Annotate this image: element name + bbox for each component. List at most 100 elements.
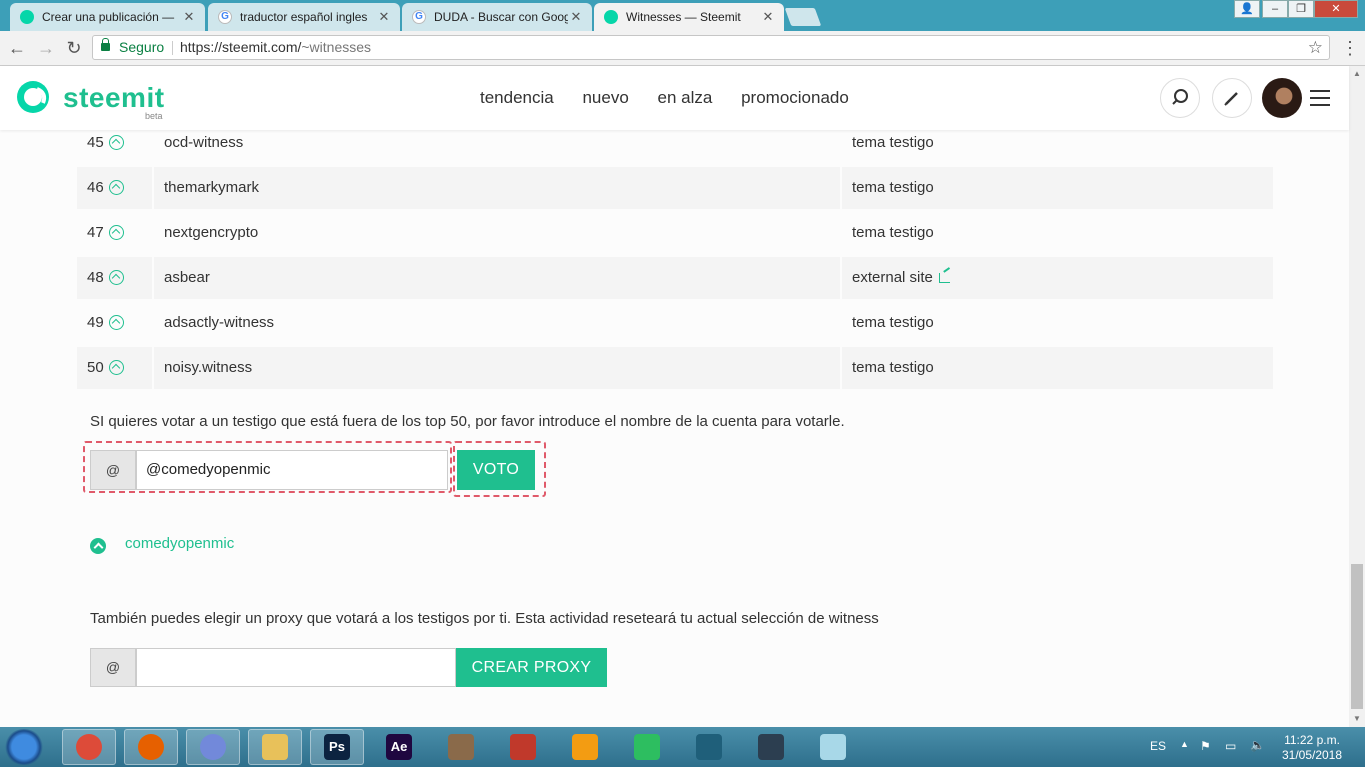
- gimp-icon: [448, 734, 474, 760]
- nav-promocionado[interactable]: promocionado: [741, 88, 849, 107]
- scrollbar-thumb[interactable]: [1351, 564, 1363, 709]
- discord-taskbar-button[interactable]: [186, 729, 240, 765]
- notepad-taskbar-button[interactable]: [806, 729, 860, 765]
- page-scrollbar[interactable]: ▲ ▼: [1349, 66, 1365, 727]
- browser-tab-3[interactable]: G DUDA - Buscar con Goog ✕: [402, 3, 592, 31]
- witness-info-link[interactable]: tema testigo: [852, 130, 934, 164]
- reload-icon[interactable]: ↻: [63, 37, 85, 59]
- close-window-icon[interactable]: ✕: [1314, 0, 1358, 18]
- windows-taskbar: Ps Ae ES ▲ ⚑ ▭ 🔈 11:22 p.m. 31/05/2018: [0, 727, 1365, 767]
- witness-info-link[interactable]: tema testigo: [852, 302, 934, 344]
- notepad-icon: [820, 734, 846, 760]
- rank-cell: 49: [77, 302, 152, 344]
- rank-cell: 50: [77, 347, 152, 389]
- clock-time: 11:22 p.m.: [1284, 733, 1340, 747]
- system-clock[interactable]: 11:22 p.m. 31/05/2018: [1280, 733, 1344, 763]
- google-favicon-icon: G: [218, 10, 232, 24]
- new-tab-button[interactable]: [784, 8, 822, 26]
- ccleaner-taskbar-button[interactable]: [496, 729, 550, 765]
- witness-name-link[interactable]: ocd-witness: [164, 130, 243, 164]
- logo-wordmark[interactable]: steemit: [63, 82, 165, 114]
- close-tab-icon[interactable]: ✕: [181, 9, 197, 25]
- nav-en-alza[interactable]: en alza: [658, 88, 713, 107]
- close-tab-icon[interactable]: ✕: [376, 9, 392, 25]
- create-proxy-button[interactable]: CREAR PROXY: [456, 648, 607, 687]
- back-icon[interactable]: ←: [6, 37, 28, 59]
- nav-nuevo[interactable]: nuevo: [582, 88, 628, 107]
- witness-name-link[interactable]: adsactly-witness: [164, 302, 274, 344]
- maximize-icon[interactable]: ❐: [1288, 0, 1314, 18]
- browser-toolbar: ← → ↻ Seguro https://steemit.com/~witnes…: [0, 31, 1365, 66]
- name-cell: asbear: [154, 257, 840, 299]
- voted-witness-link[interactable]: comedyopenmic: [125, 535, 234, 552]
- info-cell: tema testigo: [842, 347, 1273, 389]
- secure-label: Seguro: [119, 39, 165, 55]
- user-profile-icon[interactable]: 👤: [1234, 0, 1260, 18]
- user-avatar[interactable]: [1262, 78, 1302, 118]
- witness-info-text: tema testigo: [852, 314, 934, 331]
- forward-icon[interactable]: →: [35, 37, 57, 59]
- photoshop-taskbar-button[interactable]: Ps: [310, 729, 364, 765]
- start-button[interactable]: [4, 729, 44, 765]
- minimize-icon[interactable]: –: [1262, 0, 1288, 18]
- steemit-favicon-icon: [20, 10, 34, 24]
- witness-name-link[interactable]: noisy.witness: [164, 347, 252, 389]
- after-effects-taskbar-button[interactable]: Ae: [372, 729, 426, 765]
- url-path: ~witnesses: [301, 39, 372, 55]
- flag-icon[interactable]: ⚑: [1200, 739, 1211, 753]
- url-main: https://steemit.com/: [180, 39, 302, 55]
- evernote-taskbar-button[interactable]: [620, 729, 674, 765]
- logo-beta-label: beta: [145, 111, 163, 121]
- upvote-icon[interactable]: [109, 270, 124, 285]
- upvote-icon[interactable]: [109, 135, 124, 150]
- browser-menu-icon[interactable]: ⋮: [1340, 37, 1360, 59]
- app-taskbar-button[interactable]: [682, 729, 736, 765]
- witness-info-link[interactable]: external site: [852, 257, 950, 299]
- witness-rank: 50: [87, 359, 104, 376]
- witness-rank: 47: [87, 224, 104, 241]
- firefox-taskbar-button[interactable]: [124, 729, 178, 765]
- upvoted-icon[interactable]: [90, 538, 106, 554]
- google-favicon-icon: G: [412, 10, 426, 24]
- network-icon[interactable]: ▭: [1225, 739, 1236, 753]
- close-tab-icon[interactable]: ✕: [760, 9, 776, 25]
- witness-info-link[interactable]: tema testigo: [852, 347, 934, 389]
- witness-name-link[interactable]: themarkymark: [164, 167, 259, 209]
- bookmark-star-icon[interactable]: ☆: [1308, 36, 1323, 59]
- volume-icon[interactable]: 🔈: [1250, 738, 1265, 752]
- site-header: steemit beta tendencia nuevo en alza pro…: [0, 66, 1349, 130]
- proxy-input[interactable]: [136, 648, 456, 687]
- info-cell: tema testigo: [842, 167, 1273, 209]
- browser-tab-2[interactable]: G traductor español ingles ✕: [208, 3, 400, 31]
- after-effects-icon: Ae: [386, 734, 412, 760]
- upvote-icon[interactable]: [109, 315, 124, 330]
- witness-info-link[interactable]: tema testigo: [852, 212, 934, 254]
- close-tab-icon[interactable]: ✕: [568, 9, 584, 25]
- nav-tendencia[interactable]: tendencia: [480, 88, 554, 107]
- upvote-icon[interactable]: [109, 225, 124, 240]
- address-bar[interactable]: Seguro https://steemit.com/~witnesses ☆: [92, 35, 1330, 60]
- witness-name-link[interactable]: nextgencrypto: [164, 212, 258, 254]
- scroll-down-icon[interactable]: ▼: [1353, 714, 1361, 723]
- vote-instructions: SI quieres votar a un testigo que está f…: [90, 413, 845, 430]
- filmora-taskbar-button[interactable]: [744, 729, 798, 765]
- fl-studio-taskbar-button[interactable]: [558, 729, 612, 765]
- steemit-logo-icon[interactable]: [15, 79, 51, 115]
- browser-tab-active[interactable]: Witnesses — Steemit ✕: [594, 3, 784, 31]
- language-indicator[interactable]: ES: [1150, 739, 1166, 753]
- witness-info-link[interactable]: tema testigo: [852, 167, 934, 209]
- witness-name-link[interactable]: asbear: [164, 257, 210, 299]
- chrome-taskbar-button[interactable]: [62, 729, 116, 765]
- upvote-icon[interactable]: [109, 180, 124, 195]
- scroll-up-icon[interactable]: ▲: [1353, 69, 1361, 78]
- upvote-icon[interactable]: [109, 360, 124, 375]
- hamburger-menu-icon[interactable]: [1310, 90, 1330, 106]
- tray-expand-icon[interactable]: ▲: [1180, 739, 1189, 749]
- browser-tab-1[interactable]: Crear una publicación — ✕: [10, 3, 205, 31]
- main-nav: tendencia nuevo en alza promocionado: [480, 88, 873, 108]
- gimp-taskbar-button[interactable]: [434, 729, 488, 765]
- search-button[interactable]: [1160, 78, 1200, 118]
- write-post-button[interactable]: [1212, 78, 1252, 118]
- file-explorer-taskbar-button[interactable]: [248, 729, 302, 765]
- name-cell: adsactly-witness: [154, 302, 840, 344]
